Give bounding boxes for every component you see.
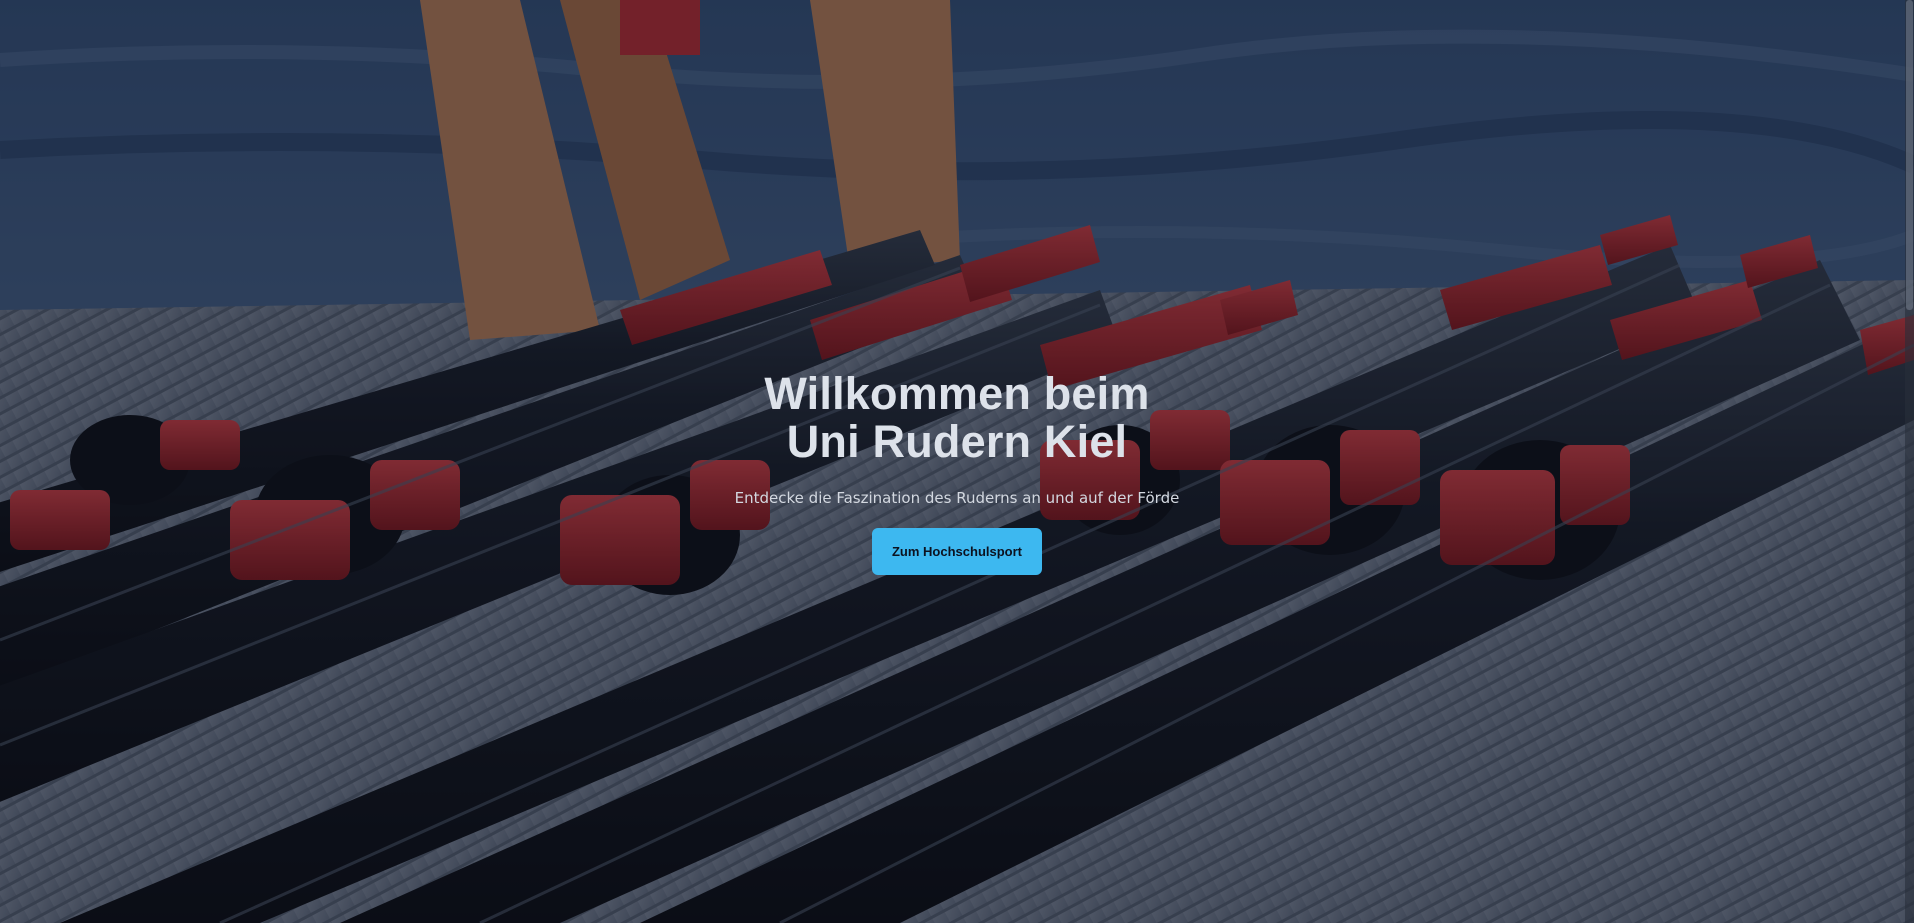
hero-title: Willkommen beim Uni Rudern Kiel — [0, 370, 1914, 466]
hero-title-line-2: Uni Rudern Kiel — [786, 416, 1128, 467]
hero-section: Willkommen beim Uni Rudern Kiel Entdecke… — [0, 0, 1914, 923]
page-scrollbar[interactable] — [1905, 0, 1914, 923]
hero-title-line-1: Willkommen beim — [764, 368, 1150, 419]
scrollbar-thumb[interactable] — [1906, 0, 1913, 310]
hero-subtitle: Entdecke die Faszination des Ruderns an … — [734, 489, 1180, 507]
hochschulsport-button[interactable]: Zum Hochschulsport — [872, 528, 1042, 575]
hero-content: Willkommen beim Uni Rudern Kiel Entdecke… — [0, 370, 1914, 575]
